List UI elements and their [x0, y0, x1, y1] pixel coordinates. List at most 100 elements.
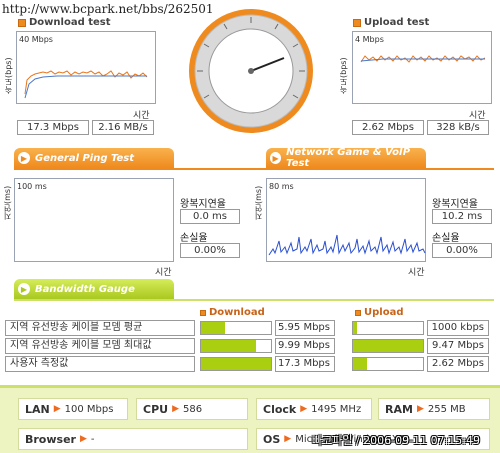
arrow-right-icon: ▶	[284, 434, 292, 444]
bw-upload-value: 1000 kbps	[427, 320, 489, 336]
upload-graph: 4 Mbps	[352, 31, 492, 104]
ping-ylabel: 지연(ms)	[3, 185, 12, 220]
voip-test-banner[interactable]: ▶ Network Game & VoIP Test	[266, 147, 426, 169]
arrow-right-icon: ▶	[416, 404, 424, 414]
download-title: Download test	[18, 17, 111, 28]
upload-title-text: Upload test	[364, 17, 430, 28]
bw-upload-header: Upload	[355, 307, 403, 318]
ram-label: RAM	[385, 402, 413, 416]
bw-download-header-text: Download	[209, 307, 265, 318]
ping-latency-value: 0.0 ms	[180, 209, 240, 224]
arrow-right-icon: ▶	[18, 152, 30, 164]
upload-title: Upload test	[353, 17, 429, 28]
bw-download-value: 9.99 Mbps	[275, 338, 335, 354]
bw-upload-value: 2.62 Mbps	[427, 356, 489, 372]
upload-ylabel: 속도(bps)	[339, 57, 348, 94]
download-plot	[24, 70, 148, 99]
arrow-right-icon: ▶	[270, 152, 282, 164]
cpu-label: CPU	[143, 402, 169, 416]
voip-ylabel: 지연(ms)	[254, 185, 263, 220]
upload-speed-mbps: 2.62 Mbps	[352, 120, 424, 135]
ping-graph: 100 ms	[14, 178, 174, 262]
cpu-value: 586	[183, 403, 203, 415]
lan-label: LAN	[25, 402, 50, 416]
bw-upload-header-text: Upload	[364, 307, 404, 318]
bw-download-bar-fill	[201, 340, 256, 352]
ram-info: RAM ▶ 255 MB	[378, 398, 490, 420]
download-line	[24, 70, 148, 95]
ping-scale: 100 ms	[17, 182, 47, 191]
voip-plot	[268, 234, 426, 256]
ping-banner-label: General Ping Test	[35, 152, 135, 164]
arrow-right-icon: ▶	[53, 404, 61, 414]
page-url: http://www.bcpark.net/bbs/262501	[2, 2, 214, 16]
voip-latency-value: 10.2 ms	[432, 209, 492, 224]
voip-loss-label: 손실율	[432, 233, 460, 244]
upload-avg-line	[360, 58, 485, 62]
voip-line	[268, 234, 426, 256]
bw-download-bar	[200, 321, 272, 335]
ping-loss-label: 손실율	[180, 233, 208, 244]
bw-upload-bar-fill	[353, 358, 367, 370]
bw-upload-value: 9.47 Mbps	[427, 338, 489, 354]
clock-info: Clock ▶ 1495 MHz	[256, 398, 372, 420]
bw-download-value: 5.95 Mbps	[275, 320, 335, 336]
clock-label: Clock	[263, 402, 297, 416]
ping-test-banner[interactable]: ▶ General Ping Test	[14, 148, 174, 168]
bandwidth-banner-label: Bandwidth Gauge	[35, 283, 135, 295]
lan-info: LAN ▶ 100 Mbps	[18, 398, 128, 420]
download-speed-mbs: 2.16 MB/s	[92, 120, 154, 135]
upload-plot	[360, 55, 486, 63]
bw-upload-bar	[352, 357, 424, 371]
download-speed-mbps: 17.3 Mbps	[17, 120, 89, 135]
arrow-right-icon: ▶	[172, 404, 179, 414]
bw-download-bar-fill	[201, 358, 271, 370]
arrow-right-icon: ▶	[18, 283, 30, 295]
bw-download-bar	[200, 357, 272, 371]
square-bullet-icon	[18, 18, 26, 27]
bw-download-value: 17.3 Mbps	[275, 356, 335, 372]
ping-loss-value: 0.00%	[180, 243, 240, 258]
download-ylabel: 속도(bps)	[4, 57, 13, 94]
arrow-right-icon: ▶	[79, 434, 87, 444]
square-bullet-icon	[353, 18, 361, 27]
section-divider	[14, 168, 494, 170]
browser-label: Browser	[25, 432, 76, 446]
lan-value: 100 Mbps	[64, 403, 114, 415]
square-bullet-icon	[200, 309, 206, 316]
bandwidth-divider	[14, 299, 494, 301]
bw-download-header: Download	[200, 307, 265, 318]
ram-value: 255 MB	[427, 403, 466, 415]
bw-row-label: 사용자 측정값	[5, 356, 195, 372]
voip-xlabel: 시간	[408, 268, 425, 278]
bw-upload-bar	[352, 321, 424, 335]
timestamp-stamp: 빠코파일 / 2006-09-11 07:15:49	[312, 434, 481, 447]
bw-row-label: 지역 유선방송 케이블 모뎀 평균	[5, 320, 195, 336]
download-graph: 40 Mbps	[16, 31, 156, 104]
bw-row-label: 지역 유선방송 케이블 모뎀 최대값	[5, 338, 195, 354]
download-title-text: Download test	[29, 17, 111, 28]
bw-download-bar	[200, 339, 272, 353]
voip-graph: 80 ms	[266, 178, 426, 262]
bw-upload-bar	[352, 339, 424, 353]
square-bullet-icon	[355, 309, 361, 316]
gauge-dial	[189, 9, 313, 133]
arrow-right-icon: ▶	[300, 404, 308, 414]
bandwidth-gauge-banner[interactable]: ▶ Bandwidth Gauge	[14, 279, 174, 299]
os-label: OS	[263, 432, 281, 446]
voip-loss-value: 0.00%	[432, 243, 492, 258]
ping-latency-label: 왕복지연율	[180, 199, 226, 210]
speed-gauge	[186, 6, 316, 136]
upload-speed-kbs: 328 kB/s	[427, 120, 489, 135]
voip-latency-label: 왕복지연율	[432, 199, 478, 210]
bw-upload-bar-fill	[353, 322, 357, 334]
bw-download-bar-fill	[201, 322, 225, 334]
bw-upload-bar-fill	[353, 340, 423, 352]
download-avg-line	[24, 75, 147, 99]
ping-xlabel: 시간	[155, 268, 172, 278]
browser-info: Browser ▶ -	[18, 428, 248, 450]
clock-value: 1495 MHz	[311, 403, 362, 415]
voip-banner-label: Network Game & VoIP Test	[286, 147, 411, 169]
cpu-info: CPU ▶ 586	[136, 398, 248, 420]
browser-value: -	[90, 433, 95, 445]
